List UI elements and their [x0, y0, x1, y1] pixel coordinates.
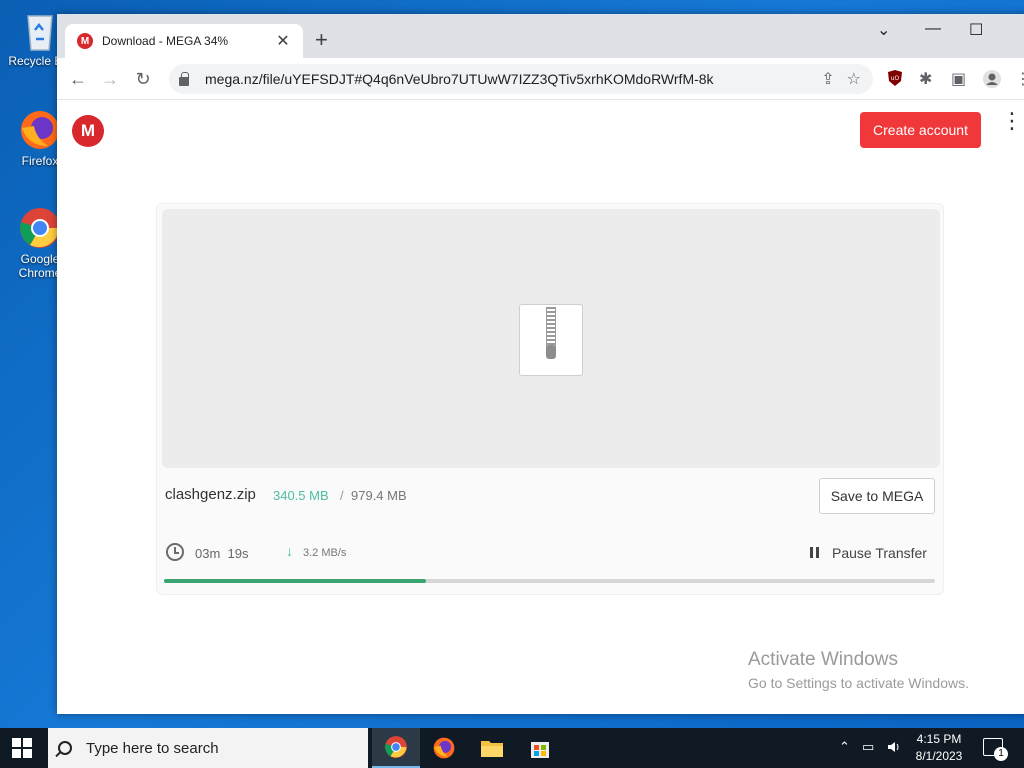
save-to-mega-button[interactable]: Save to MEGA: [819, 478, 935, 514]
tab-close-icon[interactable]: ✕: [273, 31, 293, 51]
page-menu-icon[interactable]: ⋮: [1001, 110, 1023, 132]
mega-favicon-icon: M: [77, 33, 93, 49]
taskbar-search-box[interactable]: Type here to search: [48, 728, 368, 768]
taskbar-chrome[interactable]: [372, 728, 420, 768]
progress-fill: [164, 579, 427, 583]
browser-toolbar: ← → ↻ mega.nz/file/uYEFSDJT#Q4q6nVeUbro7…: [57, 58, 1024, 100]
activate-windows-watermark: Activate Windows Go to Settings to activ…: [748, 649, 969, 691]
start-button[interactable]: [12, 738, 32, 758]
tab-search-icon[interactable]: ⌄: [877, 20, 890, 40]
download-arrow-icon: ↓: [286, 543, 293, 559]
file-preview-area: [162, 209, 940, 468]
maximize-button[interactable]: ☐: [969, 20, 983, 40]
download-speed: 3.2 MB/s: [303, 547, 347, 559]
bookmark-star-icon[interactable]: ☆: [847, 69, 861, 89]
time-remaining: 03m 19s: [195, 546, 249, 561]
url-text[interactable]: mega.nz/file/uYEFSDJT#Q4q6nVeUbro7UTUwW7…: [205, 71, 821, 87]
folder-icon: [481, 741, 503, 757]
create-account-button[interactable]: Create account: [860, 112, 981, 148]
notification-center-icon[interactable]: 1: [983, 738, 1008, 761]
search-icon: [58, 741, 72, 755]
svg-text:uO: uO: [891, 75, 900, 82]
chrome-taskbar-icon: [385, 736, 407, 758]
notification-count: 1: [994, 747, 1008, 761]
tab-mega-download[interactable]: M Download - MEGA 34% ✕: [65, 24, 303, 58]
progress-bar: [164, 579, 935, 583]
zip-file-icon: [519, 304, 583, 376]
browser-menu-icon[interactable]: ⋮: [1015, 69, 1024, 89]
file-name: clashgenz.zip: [165, 486, 256, 503]
firefox-icon: [18, 108, 62, 152]
recycle-bin-icon: [18, 8, 62, 52]
network-icon[interactable]: ▭: [862, 739, 874, 755]
share-icon[interactable]: ⇪: [821, 69, 834, 89]
downloaded-size: 340.5 MB: [273, 488, 329, 503]
chrome-icon: [18, 206, 62, 250]
forward-button[interactable]: →: [98, 67, 122, 91]
back-button[interactable]: ←: [66, 67, 90, 91]
mega-logo[interactable]: M: [72, 115, 104, 147]
size-separator: /: [340, 488, 344, 503]
taskbar-store[interactable]: [516, 728, 564, 768]
browser-window: M Download - MEGA 34% ✕ + ⌄ ― ☐ ← → ↻ me…: [57, 14, 1024, 714]
reload-button[interactable]: ↻: [131, 67, 155, 91]
minimize-button[interactable]: ―: [925, 20, 941, 38]
new-tab-button[interactable]: +: [315, 28, 328, 52]
clock-date: 8/1/2023: [915, 749, 963, 763]
store-icon: [531, 742, 549, 758]
tab-title: Download - MEGA 34%: [102, 34, 229, 48]
lock-icon[interactable]: [179, 71, 189, 86]
side-panel-icon[interactable]: ▣: [951, 69, 966, 89]
search-placeholder: Type here to search: [86, 739, 219, 757]
clock-icon: [166, 543, 184, 561]
volume-icon[interactable]: [886, 739, 902, 758]
firefox-taskbar-icon: [433, 737, 455, 759]
taskbar-firefox[interactable]: [420, 728, 468, 768]
ublock-extension-icon[interactable]: uO: [887, 69, 903, 92]
address-bar[interactable]: mega.nz/file/uYEFSDJT#Q4q6nVeUbro7UTUwW7…: [169, 64, 873, 94]
activate-subtitle: Go to Settings to activate Windows.: [748, 675, 969, 691]
clock-time: 4:15 PM: [916, 732, 962, 746]
taskbar: Type here to search ⌃ ▭ 4:15 PM 8/1/2023…: [0, 728, 1024, 768]
profile-avatar-icon[interactable]: [982, 69, 1002, 94]
tab-strip: M Download - MEGA 34% ✕ + ⌄ ― ☐: [57, 14, 1024, 58]
total-size: 979.4 MB: [351, 488, 407, 503]
taskbar-file-explorer[interactable]: [468, 728, 516, 768]
download-card: clashgenz.zip 340.5 MB / 979.4 MB Save t…: [156, 203, 944, 595]
tray-chevron-icon[interactable]: ⌃: [839, 739, 850, 755]
activate-title: Activate Windows: [748, 649, 898, 670]
mega-page: M Create account ⋮ clashgenz.zip 340.5 M…: [57, 100, 1024, 714]
taskbar-clock[interactable]: 4:15 PM 8/1/2023: [910, 731, 968, 765]
pause-transfer-button[interactable]: Pause Transfer: [832, 545, 927, 561]
pause-icon[interactable]: [810, 547, 819, 558]
extensions-puzzle-icon[interactable]: ✱: [919, 69, 932, 89]
